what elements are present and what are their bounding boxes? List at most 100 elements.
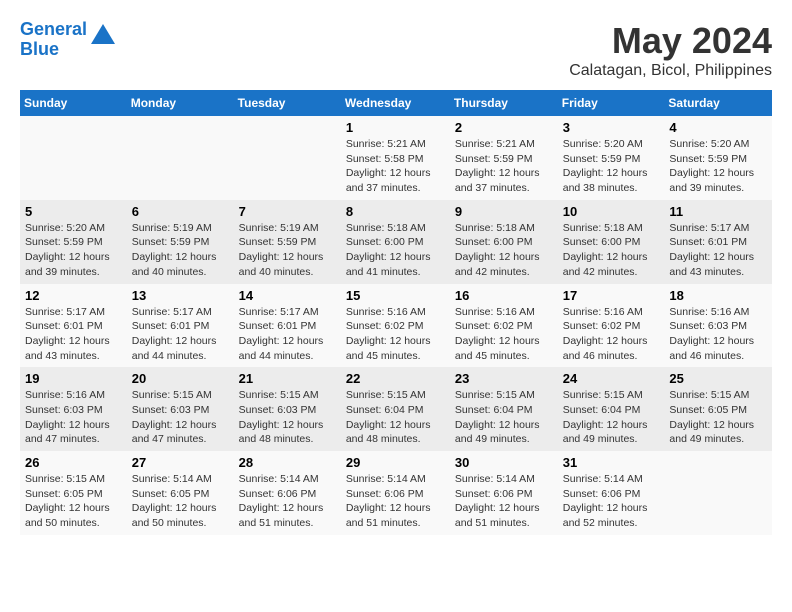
day-number: 4 (669, 120, 767, 135)
logo-text: GeneralBlue (20, 20, 87, 60)
day-info: Sunrise: 5:14 AM Sunset: 6:05 PM Dayligh… (132, 472, 229, 531)
day-number: 10 (563, 204, 660, 219)
day-number: 20 (132, 371, 229, 386)
day-info: Sunrise: 5:20 AM Sunset: 5:59 PM Dayligh… (563, 137, 660, 196)
calendar-cell: 1Sunrise: 5:21 AM Sunset: 5:58 PM Daylig… (341, 116, 450, 200)
day-info: Sunrise: 5:16 AM Sunset: 6:02 PM Dayligh… (563, 305, 660, 364)
calendar-table: SundayMondayTuesdayWednesdayThursdayFrid… (20, 90, 772, 535)
day-number: 31 (563, 455, 660, 470)
weekday-header: Saturday (664, 90, 772, 116)
calendar-cell: 4 Sunrise: 5:20 AM Sunset: 5:59 PM Daylig… (664, 116, 772, 200)
calendar-cell: 28 Sunrise: 5:14 AM Sunset: 6:06 PM Dayli… (234, 451, 341, 535)
day-info: Sunrise: 5:15 AM Sunset: 6:04 PM Dayligh… (455, 388, 553, 447)
calendar-cell: 13Sunrise: 5:17 AM Sunset: 6:01 PM Dayli… (127, 284, 234, 368)
calendar-cell (234, 116, 341, 200)
day-number: 9 (455, 204, 553, 219)
weekday-header: Sunday (20, 90, 127, 116)
day-info: Sunrise: 5:17 AM Sunset: 6:01 PM Dayligh… (239, 305, 336, 364)
day-number: 23 (455, 371, 553, 386)
calendar-cell: 17 Sunrise: 5:16 AM Sunset: 6:02 PM Dayli… (558, 284, 665, 368)
calendar-cell: 25 Sunrise: 5:15 AM Sunset: 6:05 PM Dayli… (664, 367, 772, 451)
day-number: 19 (25, 371, 122, 386)
month-title: May 2024 (569, 20, 772, 62)
day-number: 30 (455, 455, 553, 470)
day-info: Sunrise: 5:14 AM Sunset: 6:06 PM Dayligh… (455, 472, 553, 531)
page-header: GeneralBlue May 2024 Calatagan, Bicol, P… (20, 20, 772, 80)
day-info: Sunrise: 5:17 AM Sunset: 6:01 PM Dayligh… (669, 221, 767, 280)
calendar-cell: 14 Sunrise: 5:17 AM Sunset: 6:01 PM Dayli… (234, 284, 341, 368)
day-number: 8 (346, 204, 445, 219)
day-info: Sunrise: 5:15 AM Sunset: 6:03 PM Dayligh… (239, 388, 336, 447)
day-number: 27 (132, 455, 229, 470)
day-info: Sunrise: 5:20 AM Sunset: 5:59 PM Dayligh… (669, 137, 767, 196)
calendar-cell: 22 Sunrise: 5:15 AM Sunset: 6:04 PM Dayli… (341, 367, 450, 451)
day-info: Sunrise: 5:15 AM Sunset: 6:05 PM Dayligh… (25, 472, 122, 531)
calendar-cell: 24 Sunrise: 5:15 AM Sunset: 6:04 PM Dayli… (558, 367, 665, 451)
weekday-header-row: SundayMondayTuesdayWednesdayThursdayFrid… (20, 90, 772, 116)
day-info: Sunrise: 5:14 AM Sunset: 6:06 PM Dayligh… (239, 472, 336, 531)
day-number: 21 (239, 371, 336, 386)
calendar-cell: 11 Sunrise: 5:17 AM Sunset: 6:01 PM Dayli… (664, 200, 772, 284)
calendar-cell: 23 Sunrise: 5:15 AM Sunset: 6:04 PM Dayli… (450, 367, 558, 451)
weekday-header: Friday (558, 90, 665, 116)
logo-icon (89, 22, 117, 50)
day-info: Sunrise: 5:18 AM Sunset: 6:00 PM Dayligh… (346, 221, 445, 280)
calendar-cell: 20Sunrise: 5:15 AM Sunset: 6:03 PM Dayli… (127, 367, 234, 451)
calendar-cell: 3 Sunrise: 5:20 AM Sunset: 5:59 PM Daylig… (558, 116, 665, 200)
day-number: 1 (346, 120, 445, 135)
day-number: 25 (669, 371, 767, 386)
calendar-cell: 16 Sunrise: 5:16 AM Sunset: 6:02 PM Dayli… (450, 284, 558, 368)
day-number: 5 (25, 204, 122, 219)
day-info: Sunrise: 5:18 AM Sunset: 6:00 PM Dayligh… (563, 221, 660, 280)
calendar-cell: 10 Sunrise: 5:18 AM Sunset: 6:00 PM Dayli… (558, 200, 665, 284)
day-number: 22 (346, 371, 445, 386)
calendar-week-row: 12Sunrise: 5:17 AM Sunset: 6:01 PM Dayli… (20, 284, 772, 368)
day-info: Sunrise: 5:14 AM Sunset: 6:06 PM Dayligh… (346, 472, 445, 531)
day-number: 11 (669, 204, 767, 219)
day-info: Sunrise: 5:15 AM Sunset: 6:04 PM Dayligh… (563, 388, 660, 447)
day-info: Sunrise: 5:16 AM Sunset: 6:03 PM Dayligh… (25, 388, 122, 447)
day-number: 3 (563, 120, 660, 135)
calendar-cell (127, 116, 234, 200)
calendar-cell: 9 Sunrise: 5:18 AM Sunset: 6:00 PM Daylig… (450, 200, 558, 284)
day-number: 7 (239, 204, 336, 219)
day-info: Sunrise: 5:19 AM Sunset: 5:59 PM Dayligh… (239, 221, 336, 280)
calendar-week-row: 26Sunrise: 5:15 AM Sunset: 6:05 PM Dayli… (20, 451, 772, 535)
calendar-cell (664, 451, 772, 535)
calendar-week-row: 19 Sunrise: 5:16 AM Sunset: 6:03 PM Dayli… (20, 367, 772, 451)
day-info: Sunrise: 5:14 AM Sunset: 6:06 PM Dayligh… (563, 472, 660, 531)
calendar-cell: 2Sunrise: 5:21 AM Sunset: 5:59 PM Daylig… (450, 116, 558, 200)
day-info: Sunrise: 5:16 AM Sunset: 6:02 PM Dayligh… (346, 305, 445, 364)
weekday-header: Tuesday (234, 90, 341, 116)
calendar-cell: 31 Sunrise: 5:14 AM Sunset: 6:06 PM Dayli… (558, 451, 665, 535)
calendar-cell: 8 Sunrise: 5:18 AM Sunset: 6:00 PM Daylig… (341, 200, 450, 284)
day-info: Sunrise: 5:20 AM Sunset: 5:59 PM Dayligh… (25, 221, 122, 280)
day-info: Sunrise: 5:18 AM Sunset: 6:00 PM Dayligh… (455, 221, 553, 280)
calendar-cell: 26Sunrise: 5:15 AM Sunset: 6:05 PM Dayli… (20, 451, 127, 535)
weekday-header: Wednesday (341, 90, 450, 116)
day-info: Sunrise: 5:15 AM Sunset: 6:04 PM Dayligh… (346, 388, 445, 447)
day-info: Sunrise: 5:15 AM Sunset: 6:05 PM Dayligh… (669, 388, 767, 447)
calendar-cell: 18Sunrise: 5:16 AM Sunset: 6:03 PM Dayli… (664, 284, 772, 368)
calendar-cell: 27 Sunrise: 5:14 AM Sunset: 6:05 PM Dayli… (127, 451, 234, 535)
day-number: 29 (346, 455, 445, 470)
logo: GeneralBlue (20, 20, 117, 60)
calendar-cell (20, 116, 127, 200)
calendar-cell: 29 Sunrise: 5:14 AM Sunset: 6:06 PM Dayli… (341, 451, 450, 535)
calendar-cell: 15Sunrise: 5:16 AM Sunset: 6:02 PM Dayli… (341, 284, 450, 368)
calendar-cell: 21 Sunrise: 5:15 AM Sunset: 6:03 PM Dayli… (234, 367, 341, 451)
day-number: 16 (455, 288, 553, 303)
day-info: Sunrise: 5:16 AM Sunset: 6:02 PM Dayligh… (455, 305, 553, 364)
day-number: 2 (455, 120, 553, 135)
calendar-cell: 12Sunrise: 5:17 AM Sunset: 6:01 PM Dayli… (20, 284, 127, 368)
day-number: 18 (669, 288, 767, 303)
day-number: 6 (132, 204, 229, 219)
weekday-header: Monday (127, 90, 234, 116)
day-number: 28 (239, 455, 336, 470)
day-number: 13 (132, 288, 229, 303)
calendar-cell: 6Sunrise: 5:19 AM Sunset: 5:59 PM Daylig… (127, 200, 234, 284)
day-number: 17 (563, 288, 660, 303)
day-number: 24 (563, 371, 660, 386)
day-info: Sunrise: 5:17 AM Sunset: 6:01 PM Dayligh… (25, 305, 122, 364)
day-number: 14 (239, 288, 336, 303)
